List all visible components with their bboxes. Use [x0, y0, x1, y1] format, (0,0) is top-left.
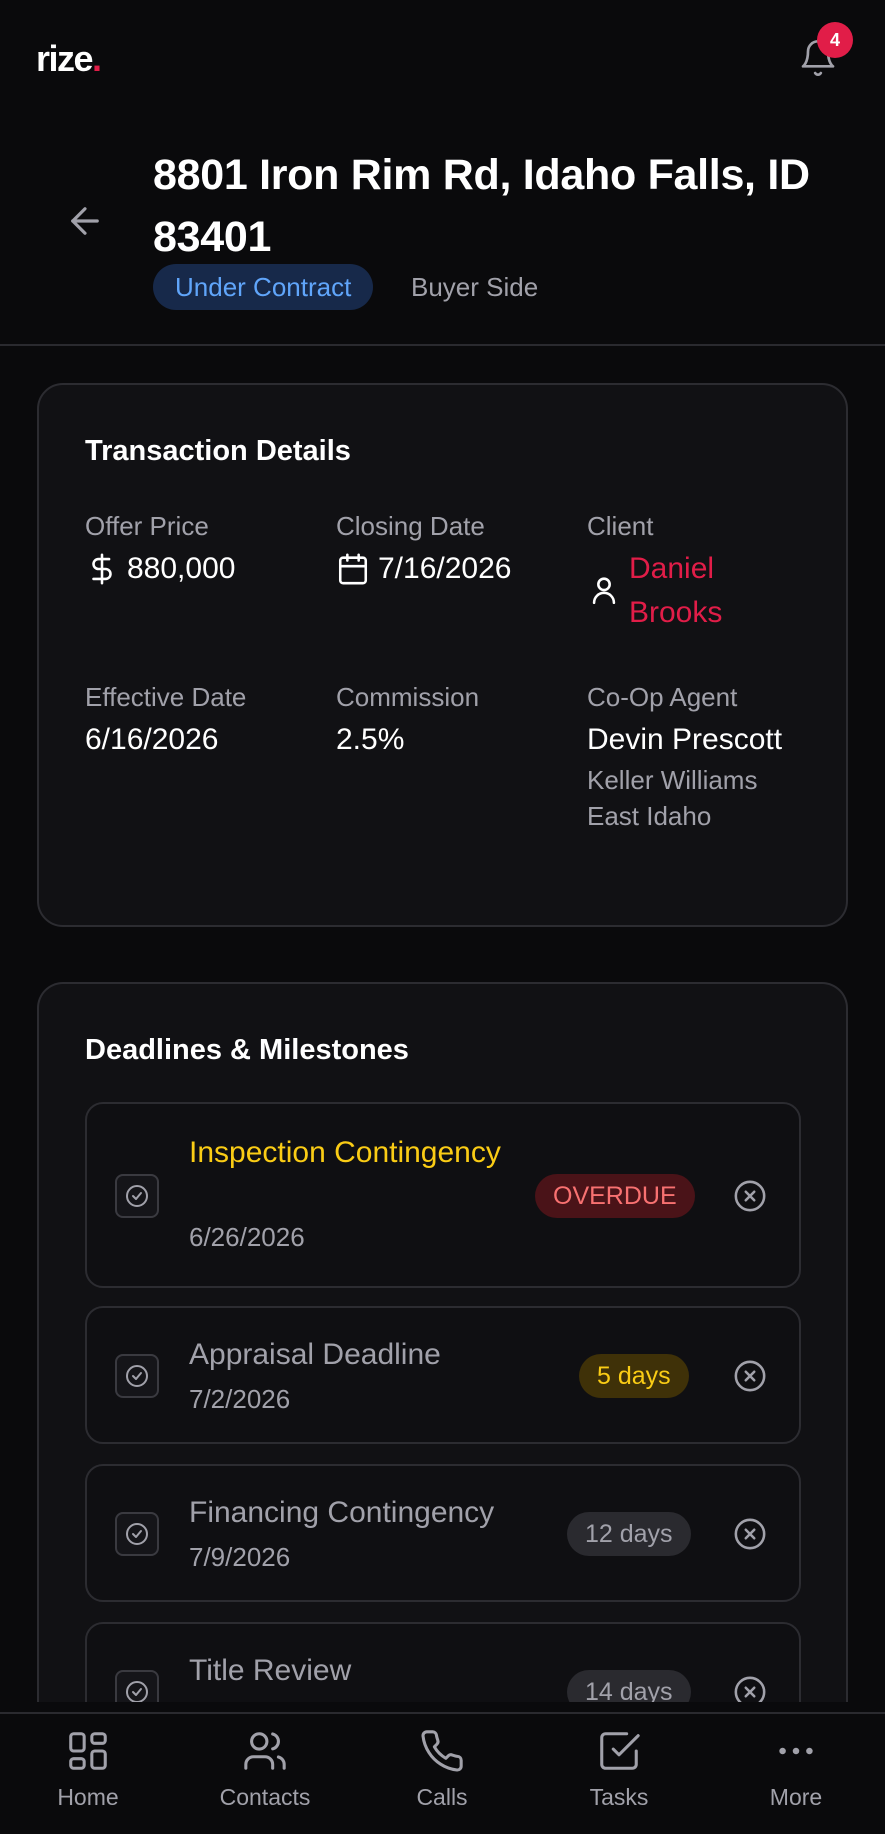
more-horizontal-icon	[773, 1728, 819, 1774]
offer-price-value: 880,000	[127, 552, 236, 585]
complete-checkbox[interactable]	[115, 1670, 159, 1702]
user-icon	[587, 573, 621, 607]
nav-item-tasks[interactable]: Tasks	[549, 1728, 689, 1811]
remove-circle-icon[interactable]	[733, 1517, 767, 1551]
deadline-item[interactable]: Title Review 14 days	[85, 1622, 801, 1702]
phone-icon	[419, 1728, 465, 1774]
remove-circle-icon[interactable]	[733, 1179, 767, 1213]
calendar-icon	[336, 552, 370, 586]
deadline-date: 7/9/2026	[189, 1542, 291, 1572]
users-icon	[242, 1728, 288, 1774]
notification-badge: 4	[817, 22, 853, 58]
closing-date-field: Closing Date 7/16/2026	[336, 509, 566, 591]
deadline-status-badge: 12 days	[567, 1512, 691, 1556]
effective-date-value: 6/16/2026	[85, 723, 219, 756]
top-bar: rize. 4	[0, 0, 885, 120]
deadline-date: 6/26/2026	[189, 1222, 305, 1252]
deadline-name: Financing Contingency	[189, 1496, 495, 1529]
nav-label: Contacts	[219, 1784, 311, 1810]
deadline-item[interactable]: Inspection Contingency 6/26/2026 OVERDUE	[85, 1102, 801, 1288]
deadline-name: Inspection Contingency	[189, 1136, 501, 1169]
back-arrow-icon[interactable]	[64, 200, 106, 242]
closing-date-value: 7/16/2026	[378, 552, 512, 585]
grid-icon	[65, 1728, 111, 1774]
nav-label: More	[769, 1784, 823, 1810]
deadline-status-badge: 14 days	[567, 1670, 691, 1702]
field-label: Effective Date	[85, 682, 247, 712]
nav-item-contacts[interactable]: Contacts	[195, 1728, 335, 1811]
transaction-details-card: Transaction Details Offer Price 880,000 …	[37, 383, 848, 927]
status-badge: Under Contract	[153, 264, 374, 310]
deadline-item[interactable]: Appraisal Deadline 7/2/2026 5 days	[85, 1306, 801, 1444]
field-label: Closing Date	[336, 511, 485, 541]
page-title: 8801 Iron Rim Rd, Idaho Falls, ID 83401	[153, 151, 810, 261]
deadline-item[interactable]: Financing Contingency 7/9/2026 12 days	[85, 1464, 801, 1602]
effective-date-field: Effective Date 6/16/2026	[85, 680, 315, 762]
field-label: Offer Price	[85, 511, 209, 541]
commission-field: Commission 2.5%	[336, 680, 566, 762]
card-title: Transaction Details	[85, 435, 351, 467]
nav-item-more[interactable]: More	[726, 1728, 866, 1811]
deadline-name: Appraisal Deadline	[189, 1338, 441, 1371]
nav-label: Tasks	[589, 1784, 649, 1810]
app-logo[interactable]: rize.	[36, 38, 102, 80]
deadline-status-badge: 5 days	[579, 1354, 689, 1398]
deadline-status-badge: OVERDUE	[535, 1174, 695, 1218]
transaction-header: 8801 Iron Rim Rd, Idaho Falls, ID 83401 …	[0, 120, 885, 346]
side-label: Buyer Side	[411, 272, 539, 302]
card-title: Deadlines & Milestones	[85, 1034, 409, 1066]
coop-agent-value: Devin Prescott	[587, 723, 783, 756]
remove-circle-icon[interactable]	[733, 1359, 767, 1393]
complete-checkbox[interactable]	[115, 1174, 159, 1218]
field-label: Commission	[336, 682, 480, 712]
check-square-icon	[596, 1728, 642, 1774]
field-label: Client	[587, 511, 654, 541]
bottom-nav: Home Contacts Calls Tasks More	[0, 1712, 885, 1834]
deadlines-card: Deadlines & Milestones Inspection Contin…	[37, 982, 848, 1702]
complete-checkbox[interactable]	[115, 1354, 159, 1398]
coop-agent-field: Co-Op Agent Devin Prescott Keller Willia…	[587, 680, 807, 834]
client-field: Client Daniel Brooks	[587, 509, 807, 635]
client-link[interactable]: Daniel Brooks	[629, 547, 807, 635]
commission-value: 2.5%	[336, 723, 405, 756]
deadline-date: 7/2/2026	[189, 1384, 291, 1414]
coop-brokerage: Keller Williams East Idaho	[587, 765, 758, 831]
dollar-icon	[85, 552, 119, 586]
nav-label: Calls	[416, 1784, 468, 1810]
nav-label: Home	[57, 1784, 119, 1810]
nav-item-calls[interactable]: Calls	[372, 1728, 512, 1811]
deadline-name: Title Review	[189, 1654, 352, 1687]
nav-item-home[interactable]: Home	[18, 1728, 158, 1811]
offer-price-field: Offer Price 880,000	[85, 509, 315, 591]
remove-circle-icon[interactable]	[733, 1675, 767, 1702]
complete-checkbox[interactable]	[115, 1512, 159, 1556]
field-label: Co-Op Agent	[587, 682, 738, 712]
